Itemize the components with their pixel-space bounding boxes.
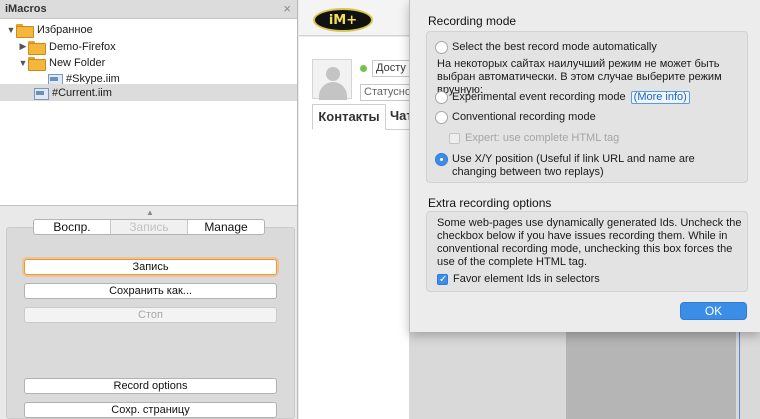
tab-play[interactable]: Воспр. [34,220,110,234]
record-button[interactable]: Запись [24,259,277,275]
option-experimental-mode[interactable]: Experimental event recording mode (More … [435,91,690,104]
radio-experimental[interactable] [435,91,448,104]
folder-icon [28,56,46,71]
macro-file-icon [34,87,49,100]
extra-options-title: Extra recording options [428,196,552,210]
tree-item-label: Demo-Firefox [49,40,116,53]
more-info-link[interactable]: (More info) [630,91,690,104]
tree-item-favorites[interactable]: ▼ Избранное [0,21,297,38]
option-label: Experimental event recording mode [452,91,626,103]
avatar-body-shape [319,82,347,100]
option-label: Select the best record mode automaticall… [452,41,657,53]
macro-tree: ▼ Избранное ▶ Demo-Firefox ▼ New Folder … [0,19,297,206]
radio-xy[interactable] [435,153,448,166]
tree-item-current-macro[interactable]: #Current.iim [0,84,297,101]
recording-options-dialog: Recording mode Select the best record mo… [409,0,760,332]
option-label: Favor element Ids in selectors [453,273,600,285]
availability-select[interactable]: Досту [372,60,412,77]
status-message-input[interactable]: Статусно [360,84,412,101]
tree-item-label: #Skype.iim [66,72,120,85]
tree-item-demo-firefox[interactable]: ▶ Demo-Firefox [0,38,297,55]
splitter-handle-icon[interactable]: ▲ [146,208,154,217]
option-favor-ids[interactable]: Favor element Ids in selectors [437,273,600,286]
tab-contacts[interactable]: Контакты [312,104,386,130]
button-panel: Запись Сохранить как... Стоп Record opti… [6,227,295,419]
extra-options-note: Some web-pages use dynamically generated… [437,217,742,268]
option-xy-position[interactable]: Use X/Y position (Useful if link URL and… [435,153,740,179]
option-label: Conventional recording mode [452,111,596,123]
tree-item-new-folder[interactable]: ▼ New Folder [0,54,297,71]
tab-chats[interactable]: Чат [390,104,410,130]
sidebar-title: iMacros [5,3,47,15]
avatar[interactable] [312,59,352,100]
stop-button[interactable]: Стоп [24,307,277,323]
skype-tab-bar: Контакты Чат [312,104,410,130]
macro-file-icon [48,73,63,86]
online-status-icon [360,65,367,72]
close-icon[interactable]: × [283,1,291,16]
checkbox-favor-ids[interactable] [437,273,448,286]
folder-icon [16,23,34,38]
folder-icon [28,40,46,55]
option-auto-mode[interactable]: Select the best record mode automaticall… [435,41,657,54]
tree-item-label: Избранное [37,23,93,36]
page-scroll-edge [739,332,740,419]
disclosure-open-icon[interactable]: ▼ [6,25,16,35]
option-label: Use X/Y position (Useful if link URL and… [452,153,695,178]
ok-button[interactable]: OK [680,302,747,320]
checkbox-expert[interactable] [449,133,460,144]
radio-conventional[interactable] [435,111,448,124]
imacros-logo: iM+ [313,8,373,32]
radio-auto[interactable] [435,41,448,54]
avatar-head-shape [326,67,340,81]
option-label: Expert: use complete HTML tag [465,132,620,144]
disclosure-closed-icon[interactable]: ▶ [18,41,28,52]
option-conventional-mode[interactable]: Conventional recording mode [435,111,596,124]
recording-mode-title: Recording mode [428,14,517,28]
option-expert-html-tag[interactable]: Expert: use complete HTML tag [449,132,619,145]
tab-manage[interactable]: Manage [187,220,264,234]
disclosure-open-icon[interactable]: ▼ [18,58,28,68]
save-page-button[interactable]: Сохр. страницу [24,402,277,418]
browser-toolbar: iM+ [299,0,409,36]
imacros-sidebar: iMacros × ▼ Избранное ▶ Demo-Firefox ▼ N… [0,0,298,419]
tree-item-label: #Current.iim [52,86,112,99]
mode-tabs: Воспр. Запись Manage [33,219,265,235]
skype-web-page: Досту Статусно Контакты Чат [299,37,412,419]
sidebar-title-bar: iMacros × [0,0,297,19]
tree-item-label: New Folder [49,56,106,69]
page-gray-panel [566,332,736,419]
save-as-button[interactable]: Сохранить как... [24,283,277,299]
record-options-button[interactable]: Record options [24,378,277,394]
tab-record[interactable]: Запись [110,220,187,234]
